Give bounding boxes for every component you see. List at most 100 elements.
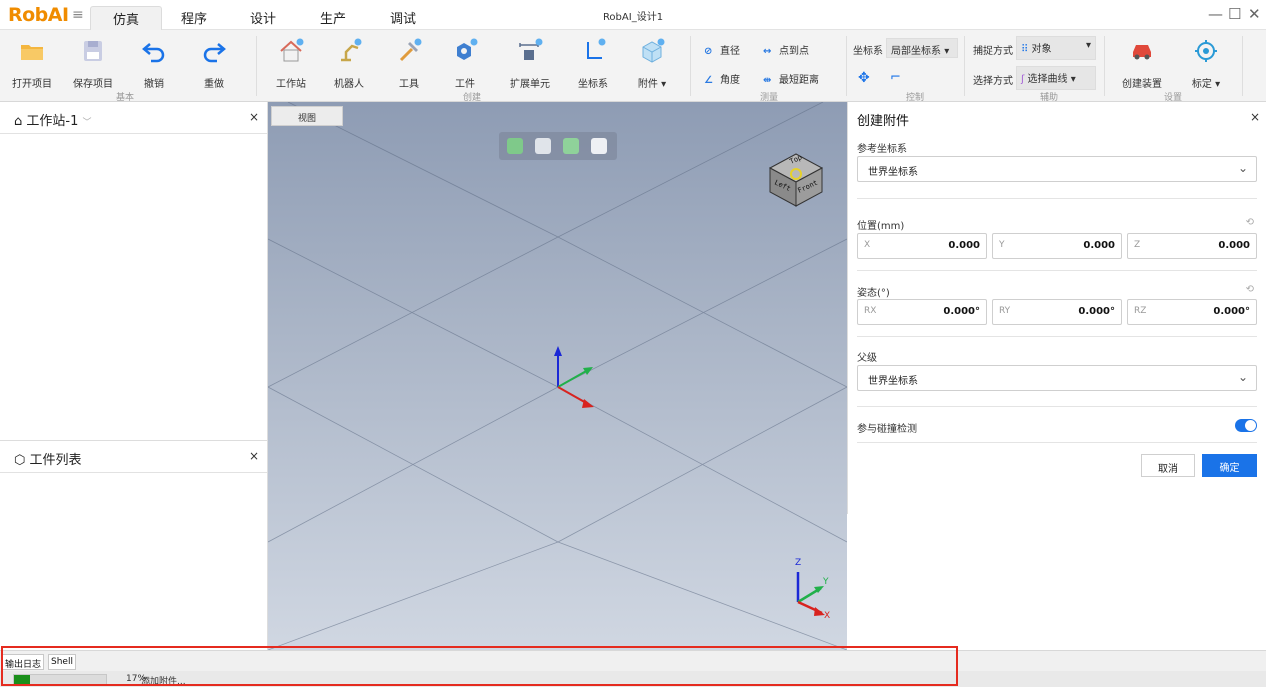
view-cube[interactable]: Top Left Front [766, 146, 830, 210]
diameter-button[interactable]: ⊘ 直径 [704, 42, 740, 57]
move-icon[interactable]: ✥ [858, 70, 870, 86]
reset-orientation-icon[interactable]: ⟲ [1246, 284, 1254, 295]
folder-icon [21, 45, 43, 60]
collision-toggle[interactable] [1235, 419, 1257, 432]
wireframe-view-icon[interactable] [535, 138, 551, 154]
tool-button[interactable]: 工具 [380, 30, 438, 92]
chevron-down-icon: ▾ [1085, 40, 1091, 51]
view-tab[interactable]: 视图 [271, 106, 343, 126]
shaded-edges-view-icon[interactable] [563, 138, 579, 154]
close-window-icon[interactable]: ✕ [1248, 5, 1261, 23]
coordinate-axes-icon [587, 38, 606, 59]
tab-design[interactable]: 设计 [250, 8, 276, 27]
close-icon[interactable]: × [249, 449, 259, 463]
chevron-down-icon: ⌄ [1237, 370, 1248, 384]
select-mode-label: 选择方式 [973, 76, 1013, 87]
title-bar: RobAI ≡ 仿真 程序 设计 生产 调试 RobAI_设计1 — ☐ ✕ [0, 0, 1266, 31]
axis-label-x: X [824, 611, 831, 621]
robot-button[interactable]: 机器人 [320, 30, 378, 92]
angle-icon: ∠ [704, 75, 713, 86]
position-y-field[interactable]: Y 0.000 [992, 233, 1122, 259]
coordinate-system-button[interactable]: 坐标系 [564, 30, 622, 92]
cancel-button[interactable]: 取消 [1141, 454, 1195, 477]
capture-mode-select[interactable]: ⠿ 对象 ▾ [1016, 36, 1096, 60]
ribbon-toolbar: 打开项目 保存项目 撤销 重做 基本 工作站 机器人 工具 工件 扩展单元 坐标… [0, 30, 1266, 103]
car-icon [1133, 45, 1151, 60]
station-panel: ⌂ 工作站-1 ﹀ × [0, 102, 268, 440]
ref-coord-label: 参考坐标系 [857, 144, 907, 155]
redo-button[interactable]: 重做 [186, 30, 242, 92]
create-device-button[interactable]: 创建装置 [1112, 30, 1172, 92]
coord-system-select[interactable]: 局部坐标系 ▾ [886, 38, 958, 58]
reset-position-icon[interactable]: ⟲ [1246, 217, 1254, 228]
parent-select[interactable]: 世界坐标系 ⌄ [857, 365, 1257, 391]
panel-title: 创建附件 [857, 114, 910, 129]
parts-title: 工件列表 [29, 453, 82, 468]
station-title[interactable]: 工作站-1 [26, 114, 78, 129]
tab-production[interactable]: 生产 [320, 8, 346, 27]
save-project-button[interactable]: 保存项目 [66, 30, 120, 92]
axis-label-z: Z [795, 558, 802, 568]
point-to-point-button[interactable]: ↔ 点到点 [763, 42, 809, 57]
tab-output-log[interactable]: 输出日志 [2, 654, 45, 670]
chevron-down-icon: ▾ [1070, 74, 1076, 85]
ref-coord-select[interactable]: 世界坐标系 ⌄ [857, 156, 1257, 182]
box-icon: ⬡ [14, 453, 26, 468]
chevron-down-icon: ▾ [1215, 79, 1221, 90]
parts-panel: ⬡ 工件列表 × [0, 440, 268, 650]
capture-mode-label: 捕捉方式 [973, 46, 1013, 57]
home-icon: ⌂ [14, 114, 23, 129]
attachment-button[interactable]: 附件 ▾ [622, 30, 682, 92]
progress-fill [14, 675, 30, 684]
view-toolbar [499, 132, 617, 160]
undo-button[interactable]: 撤销 [126, 30, 182, 92]
create-attachment-panel: 创建附件 × 参考坐标系 世界坐标系 ⌄ 位置(mm) ⟲ X 0.000 Y 0.… [847, 102, 1266, 514]
progress-bar [13, 674, 107, 685]
undo-icon [142, 43, 165, 63]
tab-shell[interactable]: Shell [48, 654, 76, 670]
tab-program[interactable]: 程序 [181, 8, 207, 27]
minimize-icon[interactable]: — [1208, 5, 1223, 23]
parent-label: 父级 [857, 353, 877, 364]
chevron-down-icon: ▾ [661, 79, 667, 90]
app-logo: RobAI [8, 4, 69, 26]
tab-simulation[interactable]: 仿真 [90, 6, 163, 31]
tab-debug[interactable]: 调试 [390, 8, 416, 27]
coord-system-label: 坐标系 [853, 46, 883, 57]
3d-viewport[interactable]: Z Y X 视图 Top Left Front [268, 102, 847, 650]
station-panel-header: ⌂ 工作站-1 ﹀ × [0, 102, 267, 134]
calibrate-button[interactable]: 标定 ▾ [1176, 30, 1236, 92]
cube-icon [642, 38, 665, 63]
orientation-rx-field[interactable]: RX 0.000° [857, 299, 987, 325]
angle-button[interactable]: ∠ 角度 [704, 71, 740, 86]
curve-icon: ʃ [1021, 74, 1025, 85]
ok-button[interactable]: 确定 [1202, 454, 1257, 477]
workpiece-button[interactable]: 工件 [436, 30, 494, 92]
coord-axes-icon[interactable]: ⌐ [890, 70, 901, 85]
orientation-ry-field[interactable]: RY 0.000° [992, 299, 1122, 325]
position-x-field[interactable]: X 0.000 [857, 233, 987, 259]
chevron-down-icon[interactable]: ﹀ [83, 118, 92, 128]
position-z-field[interactable]: Z 0.000 [1127, 233, 1257, 259]
fit-view-icon[interactable] [591, 138, 607, 154]
close-icon[interactable]: × [1250, 110, 1260, 124]
position-label: 位置(mm) [857, 221, 905, 232]
extension-unit-button[interactable]: 扩展单元 [498, 30, 562, 92]
close-icon[interactable]: × [249, 110, 259, 124]
house-icon [280, 38, 304, 62]
open-project-button[interactable]: 打开项目 [4, 30, 60, 92]
shaded-view-icon[interactable] [507, 138, 523, 154]
chevron-down-icon: ⌄ [1237, 161, 1248, 175]
select-mode-select[interactable]: ʃ 选择曲线 ▾ [1016, 66, 1096, 90]
orientation-label: 姿态(°) [857, 288, 890, 299]
maximize-icon[interactable]: ☐ [1228, 5, 1241, 23]
parts-panel-header: ⬡ 工件列表 × [0, 441, 267, 473]
grid-dots-icon: ⠿ [1021, 44, 1029, 55]
menu-icon[interactable]: ≡ [72, 7, 84, 23]
extension-rail-icon [519, 38, 543, 60]
shortest-distance-button[interactable]: ⇹ 最短距离 [763, 71, 819, 86]
ground-grid [268, 102, 847, 650]
workstation-button[interactable]: 工作站 [262, 30, 320, 92]
axis-label-y: Y [823, 577, 829, 587]
orientation-rz-field[interactable]: RZ 0.000° [1127, 299, 1257, 325]
